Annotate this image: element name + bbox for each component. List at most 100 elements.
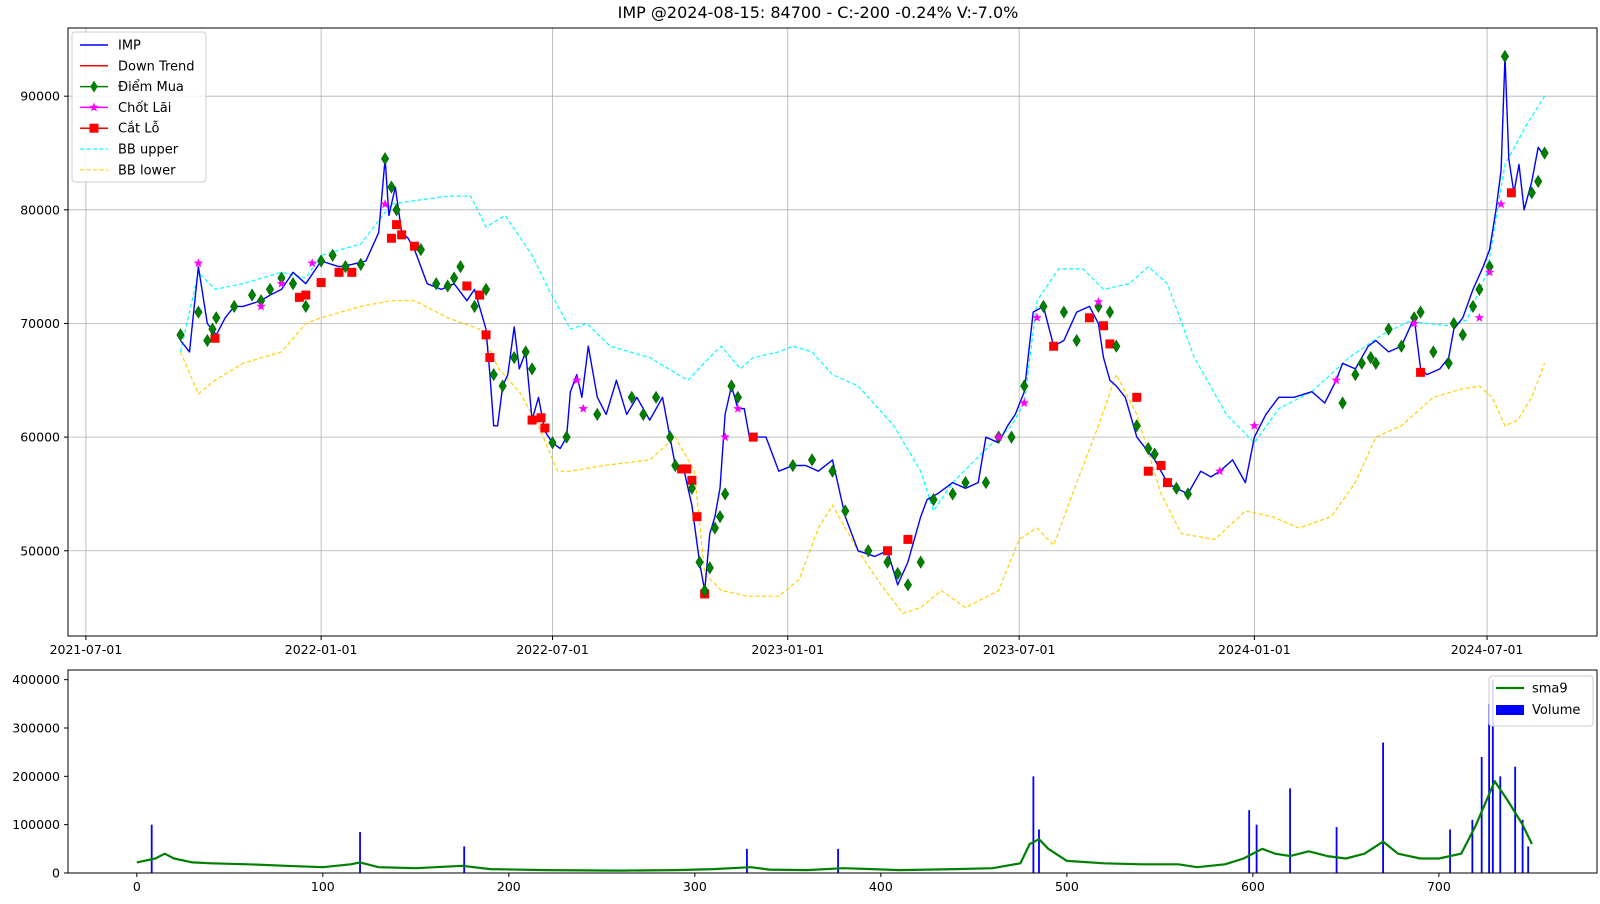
volume-bar	[1248, 810, 1251, 873]
buy-marker	[1172, 481, 1181, 495]
cut-loss-marker	[882, 546, 892, 556]
cut-loss-marker	[1099, 321, 1109, 331]
take-profit-marker	[307, 258, 317, 268]
bb-lower-line	[179, 300, 1546, 614]
cut-loss-marker	[386, 233, 396, 243]
buy-marker	[1444, 356, 1453, 370]
main-markers	[176, 49, 1549, 599]
volume-bar	[1032, 776, 1035, 873]
cut-loss-marker	[1416, 367, 1426, 377]
volume-bar	[463, 846, 466, 873]
vol-x-tick-label: 500	[1055, 879, 1079, 894]
vol-y-tick-label: 300000	[12, 721, 60, 736]
cut-loss-marker	[1049, 341, 1059, 351]
cut-loss-marker	[1143, 466, 1153, 476]
buy-marker	[788, 458, 797, 473]
take-profit-marker	[193, 258, 204, 268]
buy-marker	[1500, 49, 1510, 63]
volume-bar	[1335, 827, 1338, 873]
buy-marker	[1429, 345, 1438, 359]
buy-marker	[639, 407, 648, 421]
take-profit-marker	[1032, 312, 1042, 322]
x-tick-label: 2021-07-01	[50, 642, 123, 657]
buy-marker	[1059, 305, 1068, 319]
main-grid	[68, 28, 1597, 636]
cut-loss-marker	[903, 534, 913, 544]
buy-marker	[903, 578, 912, 592]
buy-marker	[1007, 430, 1016, 444]
buy-marker	[1039, 299, 1048, 313]
y-tick-label: 60000	[20, 430, 60, 445]
volume-bar	[150, 824, 153, 873]
legend-entry-label: Down Trend	[118, 59, 195, 74]
buy-marker	[1072, 333, 1081, 348]
volume-legend[interactable]: sma9 Volume	[1488, 675, 1594, 727]
y-tick-label: 50000	[20, 543, 60, 558]
buy-marker	[1351, 368, 1360, 382]
buy-marker	[521, 345, 530, 359]
buy-marker	[1416, 305, 1425, 319]
buy-marker	[1458, 328, 1467, 342]
buy-marker	[301, 299, 310, 313]
buy-marker	[203, 333, 212, 348]
buy-marker	[1357, 356, 1366, 370]
volume-bar	[746, 848, 748, 873]
buy-marker	[212, 311, 221, 325]
volume-bar	[1289, 788, 1291, 873]
cut-loss-marker	[316, 278, 326, 288]
legend-entry-label: Chốt Lãi	[118, 101, 171, 116]
chart-figure: IMP @2024-08-15: 84700 - C:-200 -0.24% V…	[0, 0, 1600, 900]
vol-y-tick-label: 400000	[12, 672, 60, 687]
buy-marker	[248, 288, 257, 302]
vol-x-tick-label: 700	[1427, 879, 1451, 894]
buy-marker	[715, 510, 725, 524]
cut-loss-marker	[1156, 461, 1166, 471]
chart-title: IMP @2024-08-15: 84700 - C:-200 -0.24% V…	[618, 3, 1019, 22]
volume-axes-frame	[67, 669, 1598, 874]
buy-marker	[652, 390, 661, 404]
x-tick-label: 2022-01-01	[285, 642, 358, 657]
vol-x-tick-label: 0	[133, 879, 141, 894]
sma9-line	[136, 780, 1533, 872]
take-profit-marker	[1331, 375, 1341, 385]
buy-marker	[1338, 396, 1347, 410]
take-profit-marker	[733, 403, 743, 413]
main-axes-frame	[67, 27, 1598, 637]
y-tick-label: 70000	[20, 316, 60, 331]
legend-entry-label: BB upper	[118, 143, 179, 158]
volume-bar	[1255, 824, 1258, 873]
volume-bar	[1514, 766, 1517, 873]
cut-loss-marker	[347, 267, 357, 277]
legend-entry-label: Điểm Mua	[118, 80, 184, 95]
buy-marker	[1020, 379, 1029, 393]
main-series	[179, 55, 1546, 614]
x-tick-label: 2024-01-01	[1218, 642, 1291, 657]
chart-svg: IMP @2024-08-15: 84700 - C:-200 -0.24% V…	[12, 3, 1598, 894]
cut-loss-marker	[475, 290, 485, 300]
volume-bar	[1488, 703, 1491, 873]
cut-loss-marker	[682, 464, 692, 474]
volume-bar	[1527, 846, 1530, 873]
buy-marker	[1540, 146, 1549, 160]
volume-bar	[359, 831, 361, 873]
vol-x-tick-label: 600	[1241, 879, 1265, 894]
buy-marker	[981, 476, 990, 490]
x-tick-label: 2024-07-01	[1451, 642, 1524, 657]
main-legend[interactable]: IMP Down Trend Điểm Mua Chốt Lãi Cắt Lỗ BB up…	[71, 31, 207, 183]
x-tick-label: 2022-07-01	[516, 642, 589, 657]
cut-loss-marker	[301, 290, 311, 300]
take-profit-marker	[256, 301, 266, 311]
cut-loss-marker	[540, 423, 550, 433]
buy-marker	[666, 430, 675, 444]
take-profit-marker	[578, 403, 588, 413]
cut-loss-marker	[334, 267, 344, 277]
buy-marker	[828, 464, 837, 478]
y-tick-label: 90000	[20, 89, 60, 104]
buy-marker	[695, 555, 704, 569]
buy-marker	[948, 487, 957, 501]
cut-loss-marker	[392, 220, 402, 230]
buy-marker	[1534, 174, 1543, 188]
buy-marker	[1150, 447, 1159, 461]
buy-marker	[916, 555, 925, 569]
buy-marker	[721, 487, 730, 501]
